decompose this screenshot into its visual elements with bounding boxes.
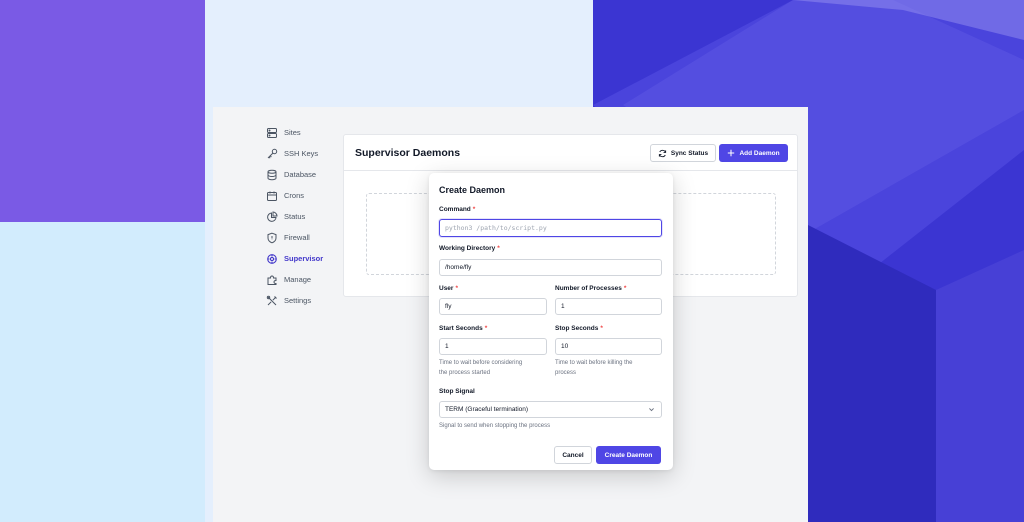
add-daemon-button[interactable]: Add Daemon xyxy=(719,144,788,162)
num-processes-label: Number of Processes * xyxy=(555,285,627,292)
sidebar-item-label: Status xyxy=(284,212,306,221)
working-directory-label: Working Directory * xyxy=(439,245,500,252)
modal-title: Create Daemon xyxy=(439,185,506,195)
sidebar-item-label: SSH Keys xyxy=(284,149,319,158)
sidebar-item-label: Crons xyxy=(284,191,305,200)
sidebar-item-manage[interactable]: Manage xyxy=(266,269,346,290)
page-title: Supervisor Daemons xyxy=(355,147,461,159)
sidebar-item-label: Database xyxy=(284,170,317,179)
sidebar-item-status[interactable]: Status xyxy=(266,206,346,227)
sidebar-item-firewall[interactable]: Firewall xyxy=(266,227,346,248)
create-daemon-modal: Create Daemon Command * python3 /path/to/… xyxy=(429,173,673,470)
stop-signal-value: TERM (Graceful termination) xyxy=(445,406,529,413)
command-label: Command * xyxy=(439,206,476,213)
sync-status-button[interactable]: Sync Status xyxy=(650,144,716,162)
stop-seconds-label: Stop Seconds * xyxy=(555,325,603,332)
stop-seconds-help: Time to wait before killing the process xyxy=(555,360,633,376)
calendar-icon xyxy=(266,190,278,202)
stop-seconds-input[interactable]: 10 xyxy=(555,338,662,355)
create-daemon-button[interactable]: Create Daemon xyxy=(596,446,661,464)
tools-icon xyxy=(266,295,278,307)
sidebar: Sites SSH Keys Database Crons Status Fir… xyxy=(266,122,346,311)
working-directory-input[interactable]: /home/fly xyxy=(439,259,662,276)
sync-status-label: Sync Status xyxy=(670,149,709,157)
sidebar-item-label: Settings xyxy=(284,296,312,305)
sidebar-item-label: Supervisor xyxy=(284,254,324,263)
sidebar-item-supervisor[interactable]: Supervisor xyxy=(266,248,346,269)
add-daemon-label: Add Daemon xyxy=(739,149,780,157)
sidebar-item-label: Firewall xyxy=(284,233,310,242)
background-sky-block xyxy=(0,222,205,522)
key-icon xyxy=(266,148,278,160)
sidebar-item-label: Manage xyxy=(284,275,312,284)
sidebar-item-ssh-keys[interactable]: SSH Keys xyxy=(266,143,346,164)
user-label: User * xyxy=(439,285,458,292)
puzzle-icon xyxy=(266,274,278,286)
background-purple-block xyxy=(0,0,205,222)
start-seconds-label: Start Seconds * xyxy=(439,325,488,332)
cog-icon xyxy=(266,253,278,265)
command-input[interactable]: python3 /path/to/script.py xyxy=(439,219,662,237)
user-input[interactable]: fly xyxy=(439,298,547,315)
sidebar-item-sites[interactable]: Sites xyxy=(266,122,346,143)
command-placeholder: python3 /path/to/script.py xyxy=(445,224,547,232)
sidebar-item-label: Sites xyxy=(284,128,301,137)
start-seconds-help: Time to wait before considering the proc… xyxy=(439,360,523,376)
sidebar-item-database[interactable]: Database xyxy=(266,164,346,185)
cancel-button[interactable]: Cancel xyxy=(554,446,592,464)
start-seconds-input[interactable]: 1 xyxy=(439,338,547,355)
stop-signal-help: Signal to send when stopping the process xyxy=(439,423,551,429)
stop-signal-label: Stop Signal xyxy=(439,388,475,395)
database-stack-icon xyxy=(266,127,278,139)
pie-chart-icon xyxy=(266,210,278,223)
stop-signal-select[interactable]: TERM (Graceful termination) xyxy=(439,401,662,418)
plus-icon xyxy=(728,149,735,157)
chevron-down-icon xyxy=(649,408,654,412)
sidebar-item-settings[interactable]: Settings xyxy=(266,290,346,311)
shield-icon xyxy=(266,232,278,244)
sidebar-item-crons[interactable]: Crons xyxy=(266,185,346,206)
card-header: Supervisor Daemons Sync Status Add Daemo… xyxy=(344,135,797,171)
refresh-icon xyxy=(658,149,666,157)
num-processes-input[interactable]: 1 xyxy=(555,298,662,315)
database-icon xyxy=(266,169,278,181)
